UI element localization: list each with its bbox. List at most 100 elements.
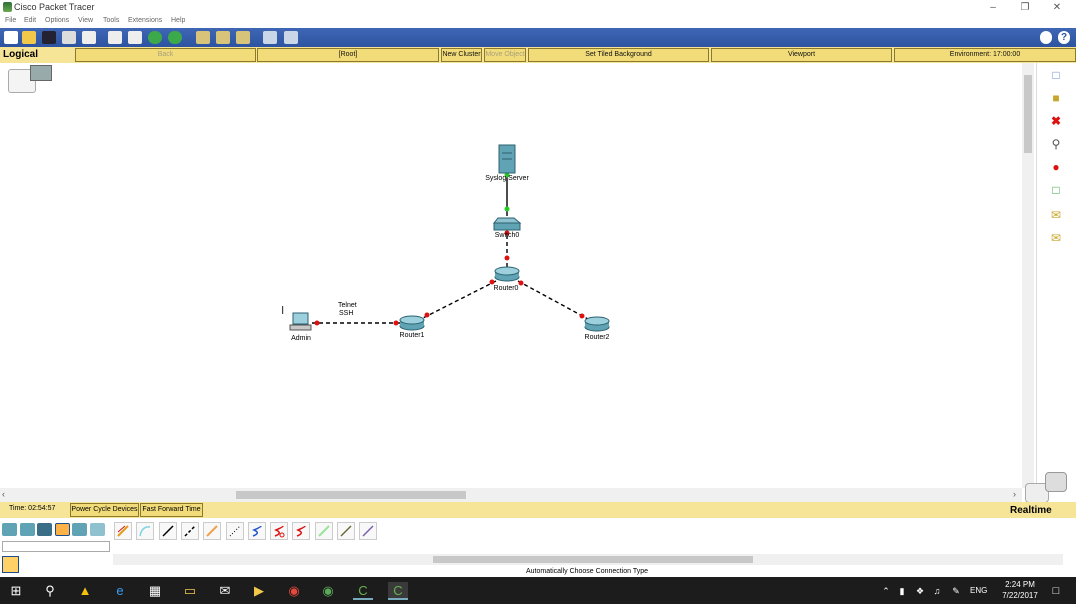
device-search-field[interactable] (2, 541, 110, 552)
horizontal-scrollbar[interactable]: ‹ › (0, 488, 1022, 502)
packet-tracer-taskbar-icon[interactable]: C (388, 582, 408, 600)
simulation-mode-icon[interactable] (1045, 472, 1067, 492)
store-icon[interactable]: ▦ (145, 582, 165, 600)
pen-icon[interactable]: ✎ (946, 582, 966, 600)
routers-category-icon[interactable] (2, 523, 17, 536)
drawing-palette-icon[interactable] (263, 31, 277, 44)
mail-icon[interactable]: ✉ (215, 582, 235, 600)
usb-connection-icon[interactable] (359, 522, 377, 540)
menu-tools[interactable]: Tools (103, 17, 119, 24)
back-button[interactable]: Back (75, 48, 256, 62)
resize-shape-tool-icon[interactable]: □ (1047, 182, 1065, 198)
open-folder-icon[interactable] (22, 31, 36, 44)
serial-dce-connection-icon[interactable] (270, 522, 288, 540)
help-icon[interactable]: ? (1058, 31, 1070, 44)
logical-mode-label[interactable]: Logical (3, 49, 38, 60)
console-connection-icon[interactable] (136, 522, 154, 540)
iot-custom-connection-icon[interactable] (337, 522, 355, 540)
phone-connection-icon[interactable] (226, 522, 244, 540)
inspect-tool-icon[interactable]: ⚲ (1047, 136, 1065, 152)
end-devices-category-icon[interactable] (72, 523, 87, 536)
router2-icon[interactable] (584, 316, 610, 332)
viewport-button[interactable]: Viewport (711, 48, 892, 62)
print-icon[interactable] (62, 31, 76, 44)
language-indicator[interactable]: ENG (970, 586, 987, 595)
vertical-scroll-thumb[interactable] (1024, 75, 1032, 153)
chrome-icon[interactable]: ◉ (284, 582, 304, 600)
auto-connection-icon[interactable] (114, 522, 132, 540)
close-button[interactable]: ✕ (1041, 0, 1073, 15)
menu-edit[interactable]: Edit (24, 17, 36, 24)
maximize-button[interactable]: ❐ (1009, 0, 1041, 15)
scroll-right-icon[interactable]: › (1013, 489, 1016, 499)
wireless-category-icon[interactable] (90, 523, 105, 536)
zoom-out-icon[interactable] (236, 31, 250, 44)
horizontal-scroll-thumb[interactable] (236, 491, 466, 499)
move-object-button[interactable]: Move Object (484, 48, 526, 62)
paste-icon[interactable] (128, 31, 142, 44)
note-tool-icon[interactable]: ■ (1047, 90, 1065, 106)
undo-icon[interactable] (148, 31, 162, 44)
zoom-reset-icon[interactable] (216, 31, 230, 44)
battery-icon[interactable]: ▮ (892, 582, 912, 600)
palette-scroll-thumb[interactable] (433, 556, 753, 563)
fast-forward-time-button[interactable]: Fast Forward Time (140, 503, 203, 517)
menu-view[interactable]: View (78, 17, 93, 24)
redo-icon[interactable] (168, 31, 182, 44)
connections-category-icon[interactable] (55, 523, 70, 536)
google-drive-icon[interactable]: ▲ (75, 582, 95, 600)
octal-connection-icon[interactable] (315, 522, 333, 540)
copper-cross-over-icon[interactable] (181, 522, 199, 540)
root-button[interactable]: [Root] (257, 48, 439, 62)
add-complex-pdu-icon[interactable]: ✉ (1047, 230, 1065, 246)
custom-devices-icon[interactable] (284, 31, 298, 44)
switch-icon[interactable] (492, 217, 522, 231)
camtasia-icon[interactable]: C (353, 582, 373, 600)
new-cluster-button[interactable]: New Cluster (441, 48, 482, 62)
new-file-icon[interactable] (4, 31, 18, 44)
hubs-category-icon[interactable] (37, 523, 52, 536)
set-tiled-background-button[interactable]: Set Tiled Background (528, 48, 709, 62)
palette-horizontal-scrollbar[interactable] (113, 554, 1063, 565)
start-icon[interactable]: ⊞ (6, 582, 26, 600)
vertical-scrollbar[interactable] (1022, 63, 1034, 488)
power-cycle-devices-button[interactable]: Power Cycle Devices (70, 503, 139, 517)
notifications-icon[interactable]: □ (1046, 582, 1066, 600)
switches-category-icon[interactable] (20, 523, 35, 536)
router1-icon[interactable] (399, 315, 425, 331)
copper-straight-through-icon[interactable] (159, 522, 177, 540)
save-icon[interactable] (42, 31, 56, 44)
activity-wizard-icon[interactable] (82, 31, 96, 44)
minimize-button[interactable]: – (977, 0, 1009, 15)
logical-workspace[interactable]: I Syslog Server Switch0 Router0 Router1 … (0, 63, 1022, 488)
file-explorer-icon[interactable]: ▭ (180, 582, 200, 600)
delete-tool-icon[interactable]: ✖ (1047, 113, 1065, 129)
environment-button[interactable]: Environment: 17:00:00 (894, 48, 1076, 62)
volume-icon[interactable]: ♫ (927, 582, 947, 600)
menu-options[interactable]: Options (45, 17, 69, 24)
add-simple-pdu-icon[interactable]: ✉ (1047, 207, 1065, 223)
coaxial-connection-icon[interactable] (248, 522, 266, 540)
selected-connection-icon[interactable] (2, 556, 19, 573)
copy-icon[interactable] (108, 31, 122, 44)
menu-help[interactable]: Help (171, 17, 185, 24)
menu-extensions[interactable]: Extensions (128, 17, 162, 24)
edge-icon[interactable]: e (110, 582, 130, 600)
router0-icon[interactable] (494, 266, 520, 282)
clock-time[interactable]: 2:24 PM (1000, 580, 1040, 589)
menu-file[interactable]: File (5, 17, 16, 24)
select-tool-icon[interactable]: □ (1047, 67, 1065, 83)
draw-shape-tool-icon[interactable]: ● (1047, 159, 1065, 175)
admin-pc-icon[interactable] (289, 312, 312, 331)
scroll-left-icon[interactable]: ‹ (2, 489, 5, 499)
serial-dte-connection-icon[interactable] (292, 522, 310, 540)
realtime-mode-label[interactable]: Realtime (1010, 505, 1052, 516)
clock-date[interactable]: 7/22/2017 (996, 591, 1044, 600)
info-icon[interactable] (1040, 31, 1052, 44)
fiber-connection-icon[interactable] (203, 522, 221, 540)
syslog-server-icon[interactable] (498, 144, 516, 174)
search-icon[interactable]: ⚲ (40, 582, 60, 600)
zoom-in-icon[interactable] (196, 31, 210, 44)
app-icon[interactable]: ◉ (318, 582, 338, 600)
media-icon[interactable]: ▶ (249, 582, 269, 600)
